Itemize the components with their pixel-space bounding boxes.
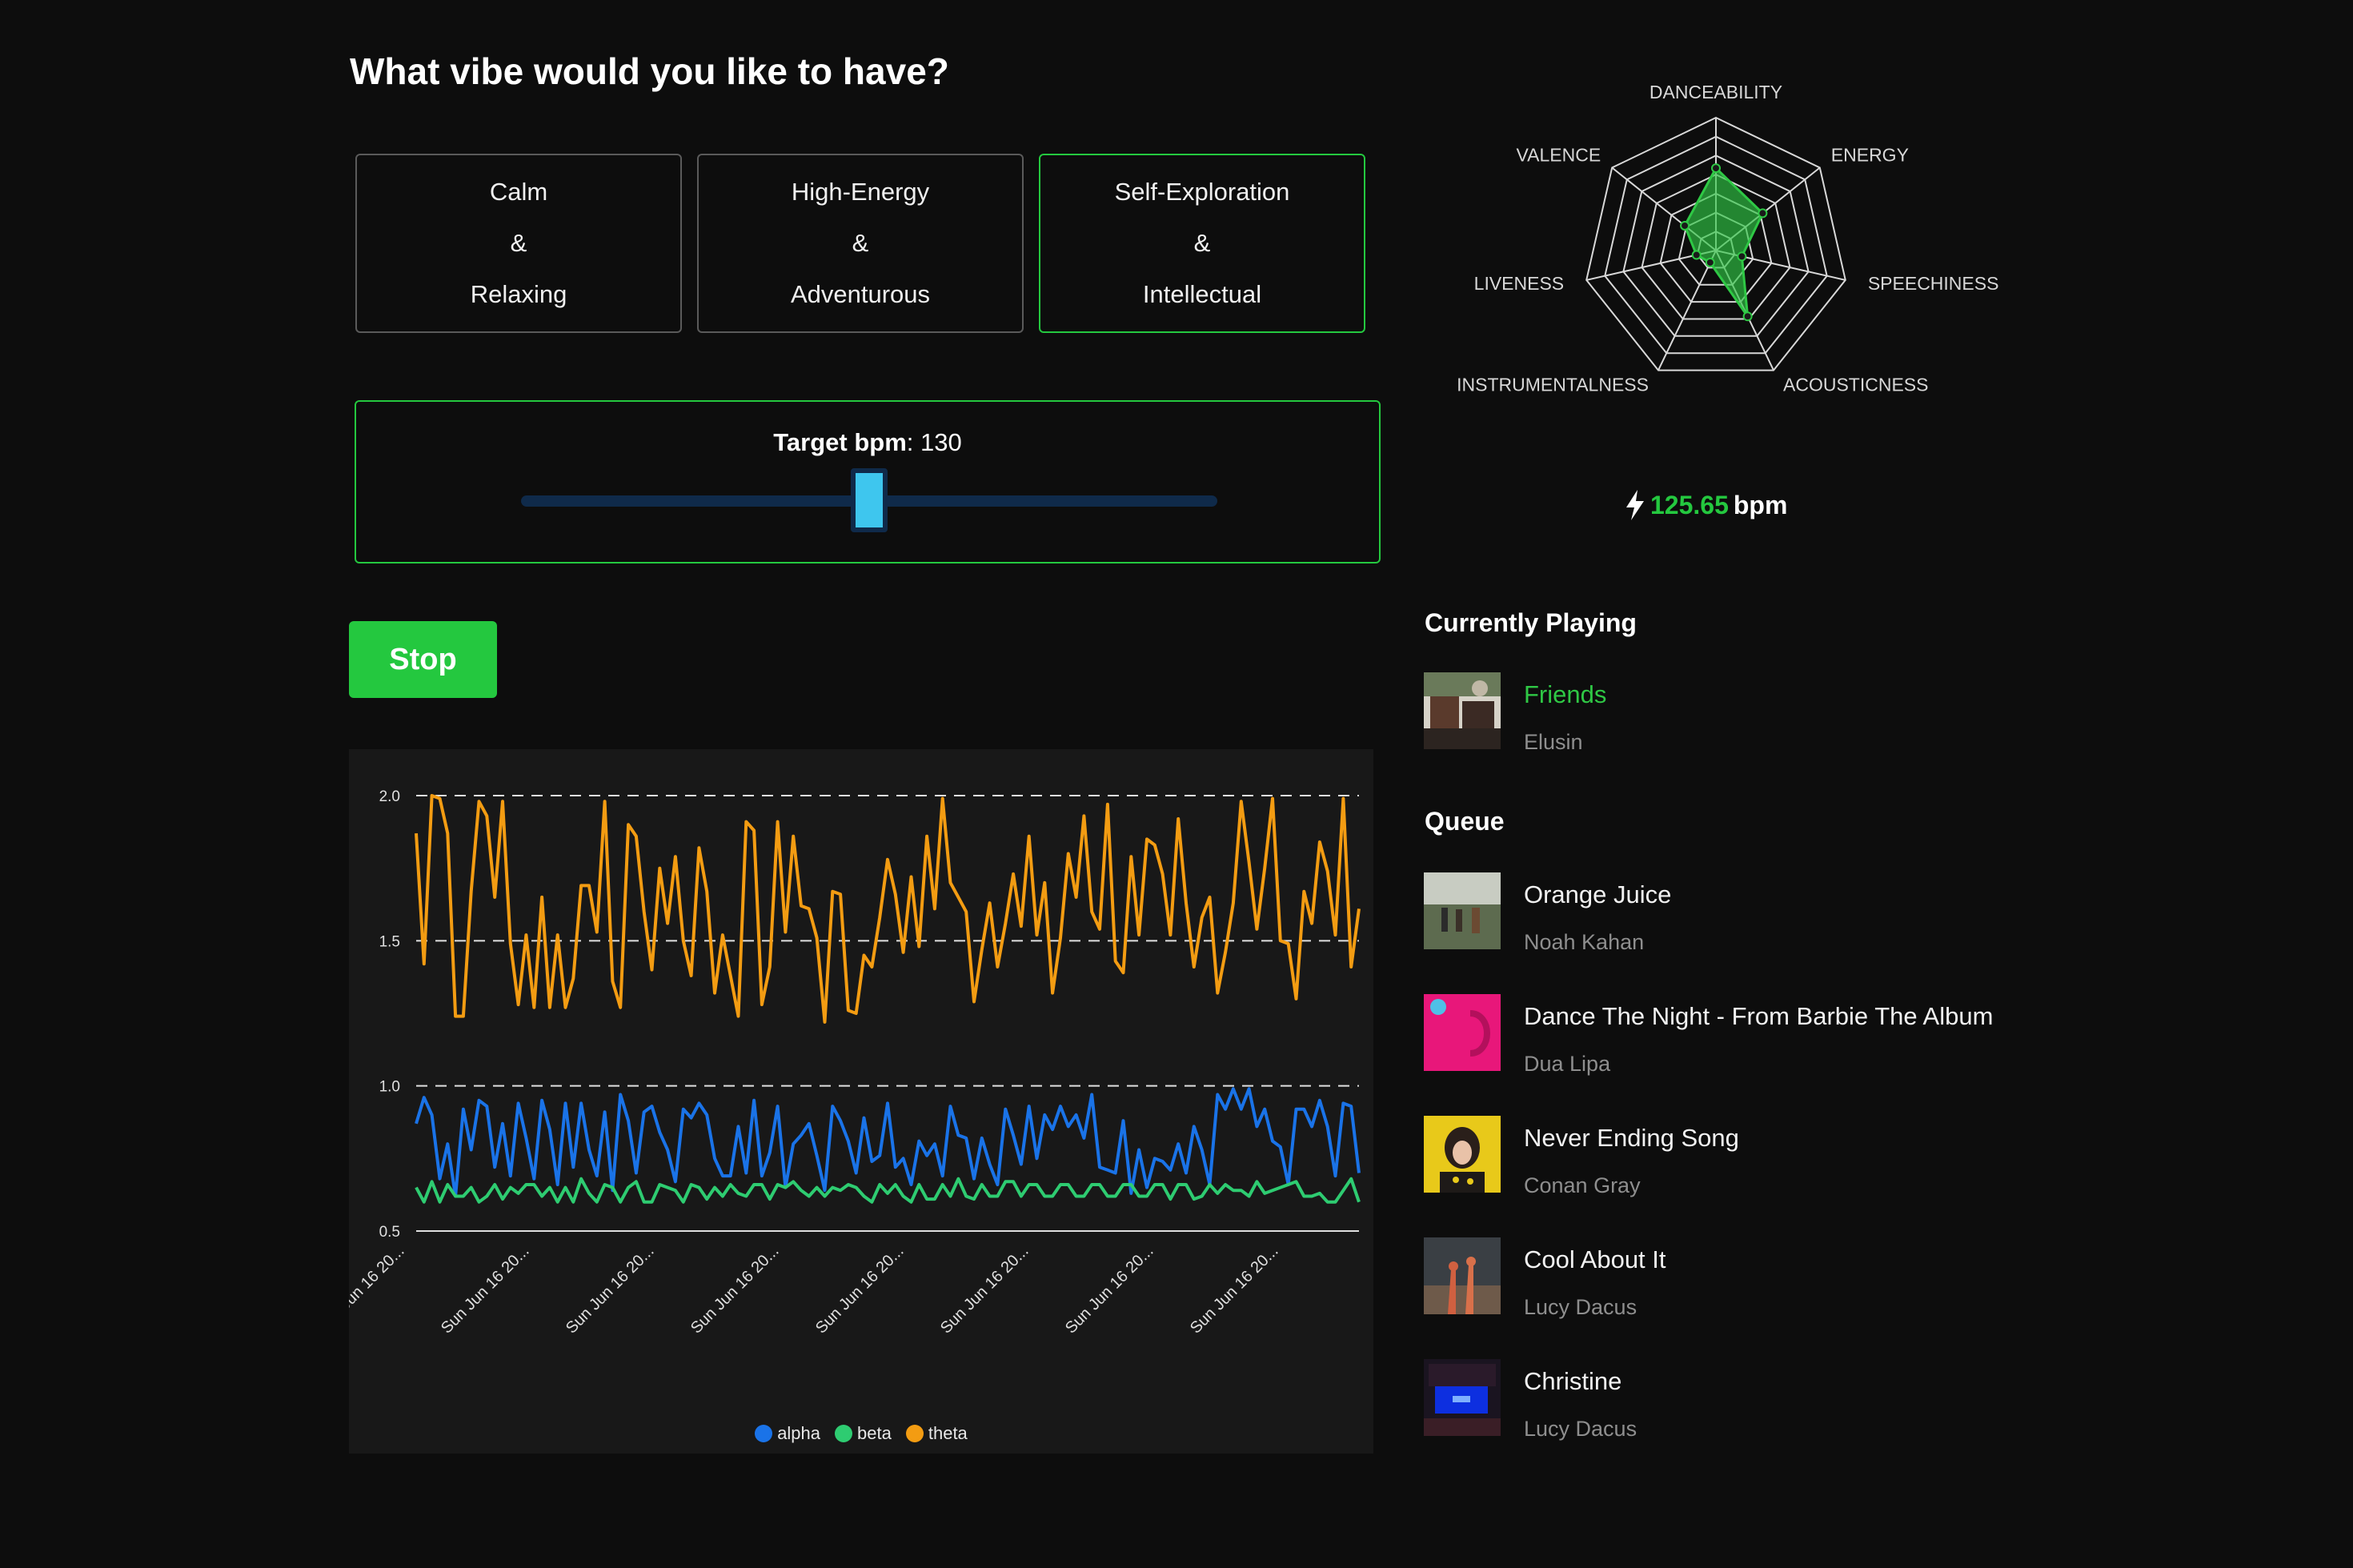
x-tick-label: Sun Jun 16 20... (1187, 1242, 1282, 1337)
vibe-line1: High-Energy (791, 178, 930, 206)
radar-axis-label: LIVENESS (1474, 273, 1565, 294)
legend-dot-alpha (755, 1425, 773, 1442)
legend-label: theta (928, 1423, 968, 1443)
track-artist: Conan Gray (1524, 1173, 1641, 1197)
audio-features-radar-chart: DANCEABILITY ENERGY SPEECHINESS ACOUSTICNES… (1457, 82, 1999, 395)
album-art (1424, 1359, 1501, 1436)
x-tick-label: Sun Jun 16 20... (563, 1242, 658, 1337)
queue-item[interactable]: Christine Lucy Dacus (1424, 1359, 2224, 1441)
current-bpm-readout: 125.65 bpm (1625, 490, 1787, 520)
page-title: What vibe would you like to have? (350, 50, 949, 92)
x-tick-label: Sun Jun 16 20... (1062, 1242, 1157, 1337)
x-tick-label: Sun Jun 16 20... (438, 1242, 533, 1337)
radar-point (1680, 220, 1690, 231)
legend-item-theta[interactable]: theta (905, 1423, 968, 1444)
radar-point (1758, 208, 1768, 219)
radar-axis-label: ENERGY (1831, 145, 1909, 166)
radar-area (1683, 166, 1765, 321)
y-tick-label: 2.0 (379, 788, 400, 805)
album-art (1424, 994, 1501, 1071)
queue-item[interactable]: Orange Juice Noah Kahan (1424, 872, 2224, 954)
album-art (1424, 672, 1501, 749)
legend-dot-theta (905, 1425, 924, 1442)
radar-axis-label: VALENCE (1517, 145, 1601, 166)
vibe-option-high-energy-adventurous[interactable]: High-Energy & Adventurous (697, 154, 1024, 333)
track-artist: Dua Lipa (1524, 1052, 1611, 1076)
current-bpm-value: 125.65 (1650, 490, 1729, 519)
y-tick-label: 0.5 (379, 1224, 400, 1241)
stop-button[interactable]: Stop (349, 621, 497, 698)
album-art (1424, 1237, 1501, 1314)
legend-dot-beta (835, 1425, 853, 1442)
current-track[interactable]: Friends Elusin (1424, 672, 2224, 754)
currently-playing-heading: Currently Playing (1425, 608, 1637, 637)
series-line-alpha (415, 1087, 1361, 1198)
track-artist: Noah Kahan (1524, 930, 1645, 954)
album-art (1424, 872, 1501, 949)
radar-axis-label: INSTRUMENTALNESS (1457, 375, 1649, 395)
current-bpm-unit: bpm (1733, 490, 1788, 519)
track-title: Orange Juice (1524, 880, 1672, 908)
vibe-line2: & (1193, 229, 1211, 257)
series-line-theta (415, 794, 1361, 1024)
vibe-line2: & (852, 229, 869, 257)
track-title: Cool About It (1524, 1245, 1666, 1273)
queue-heading: Queue (1425, 807, 1505, 836)
lightning-icon (1626, 490, 1644, 520)
vibe-line1: Self-Exploration (1114, 178, 1290, 206)
track-artist: Lucy Dacus (1524, 1295, 1637, 1319)
x-tick-label: Sun Jun 16 20... (937, 1242, 1032, 1337)
x-tick-label: Sun Jun 16 20... (349, 1242, 408, 1337)
y-tick-label: 1.5 (379, 933, 400, 950)
queue-item[interactable]: Never Ending Song Conan Gray (1424, 1116, 2224, 1197)
album-art (1424, 1116, 1501, 1193)
queue-item[interactable]: Cool About It Lucy Dacus (1424, 1237, 2224, 1319)
radar-point (1705, 257, 1715, 267)
vibe-line3: Adventurous (790, 280, 931, 308)
radar-axis-label: DANCEABILITY (1650, 82, 1782, 102)
radar-point (1711, 163, 1721, 174)
target-bpm-label: Target bpm: 130 (773, 428, 962, 456)
radar-axis-label: ACOUSTICNESS (1783, 375, 1928, 395)
vibe-option-self-exploration-intellectual[interactable]: Self-Exploration & Intellectual (1039, 154, 1365, 333)
track-title: Dance The Night - From Barbie The Album (1524, 1002, 1994, 1030)
brainwave-chart: 2.01.51.00.5Sun Jun 16 20...Sun Jun 16 2… (313, 749, 1373, 1454)
legend-label: beta (857, 1423, 892, 1443)
legend-item-alpha[interactable]: alpha (755, 1423, 820, 1444)
track-title: Friends (1524, 680, 1607, 708)
radar-point (1691, 250, 1702, 260)
track-title: Never Ending Song (1524, 1124, 1739, 1152)
track-artist: Lucy Dacus (1524, 1417, 1637, 1441)
radar-point (1737, 251, 1747, 262)
x-tick-label: Sun Jun 16 20... (812, 1242, 908, 1337)
y-tick-label: 1.0 (379, 1079, 400, 1096)
target-bpm-panel: Target bpm: 130 (355, 400, 1381, 563)
radar-axis-label: SPEECHINESS (1868, 273, 1999, 294)
vibe-line3: Relaxing (470, 280, 567, 308)
vibe-line1: Calm (489, 178, 548, 206)
chart-legend: alpha beta theta (349, 1423, 1373, 1444)
brainwave-line-chart: 2.01.51.00.5Sun Jun 16 20...Sun Jun 16 2… (313, 788, 1361, 1337)
bpm-slider-thumb[interactable] (851, 468, 888, 532)
queue-item[interactable]: Dance The Night - From Barbie The Album … (1424, 994, 2224, 1076)
vibe-line3: Intellectual (1142, 280, 1262, 308)
vibe-option-calm-relaxing[interactable]: Calm & Relaxing (355, 154, 682, 333)
radar-point (1742, 311, 1753, 322)
legend-item-beta[interactable]: beta (835, 1423, 892, 1444)
x-tick-label: Sun Jun 16 20... (687, 1242, 783, 1337)
vibe-line2: & (510, 229, 527, 257)
target-bpm-value: 130 (920, 428, 962, 456)
track-title: Christine (1524, 1367, 1622, 1395)
legend-label: alpha (777, 1423, 821, 1443)
track-artist: Elusin (1524, 730, 1583, 754)
